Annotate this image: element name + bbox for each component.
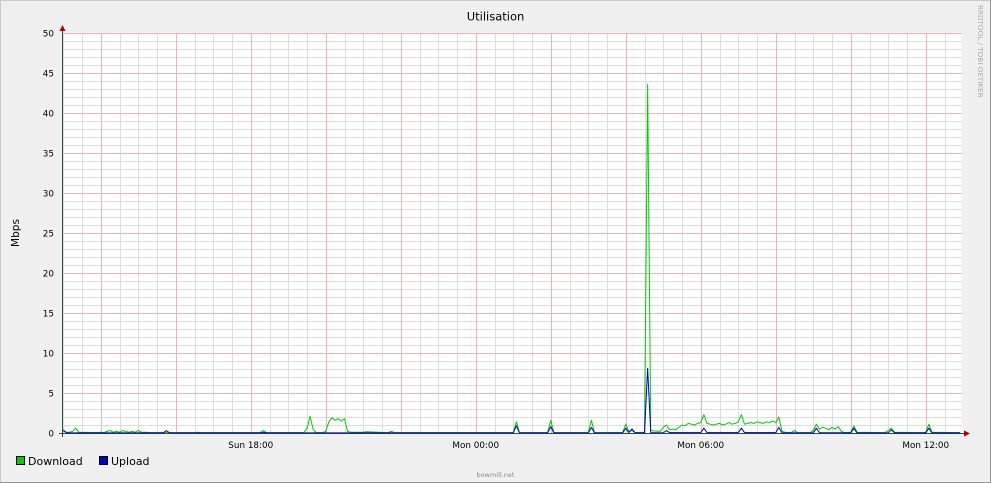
legend-label-download: Download — [28, 455, 83, 468]
y-tick-label: 15 — [43, 309, 54, 319]
y-tick-label: 10 — [43, 349, 55, 359]
y-tick-label: 5 — [48, 389, 54, 399]
legend-swatch-upload — [99, 456, 108, 465]
y-tick-label: 35 — [43, 149, 54, 159]
y-tick-label: 50 — [43, 29, 55, 39]
footer-watermark: bowmill.net — [477, 471, 515, 479]
y-tick-label: 0 — [48, 429, 54, 439]
y-axis-label: Mbps — [10, 219, 22, 247]
y-tick-label: 45 — [43, 69, 54, 79]
x-tick-label: Mon 12:00 — [902, 441, 949, 451]
y-tick-label: 40 — [43, 109, 55, 119]
legend-swatch-download — [16, 456, 25, 465]
chart-title: Utilisation — [467, 10, 525, 24]
x-tick-label: Mon 00:00 — [452, 441, 499, 451]
y-tick-label: 25 — [43, 229, 54, 239]
x-tick-label: Mon 06:00 — [677, 441, 724, 451]
legend-label-upload: Upload — [111, 455, 150, 468]
x-tick-label: Sun 18:00 — [228, 441, 273, 451]
rrdtool-signature: RRDTOOL / TOBI OETIKER — [976, 5, 985, 98]
y-tick-label: 20 — [43, 269, 55, 279]
y-tick-label: 30 — [43, 189, 55, 199]
utilisation-graph: 0 5 10 15 20 25 30 35 40 45 50 Sun 18:00 Mon 00:00 M… — [0, 0, 991, 483]
